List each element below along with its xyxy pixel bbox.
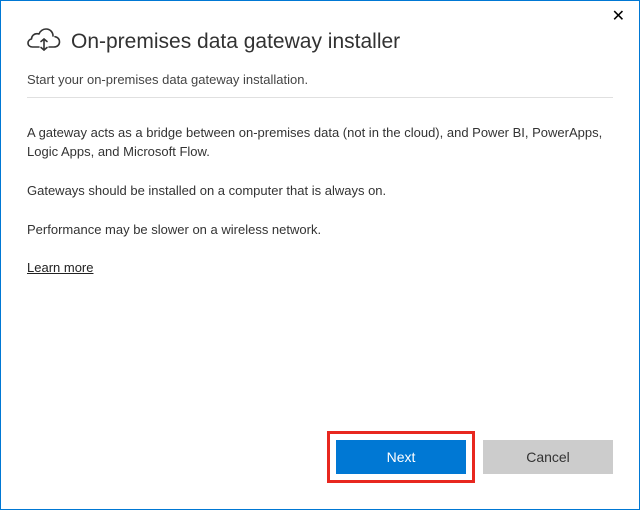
dialog-title: On-premises data gateway installer (71, 29, 400, 54)
close-icon: ✕ (612, 8, 625, 25)
dialog-footer: Next Cancel (327, 431, 613, 483)
learn-more-link[interactable]: Learn more (27, 259, 93, 278)
dialog-header: On-premises data gateway installer (1, 1, 639, 66)
body-paragraph: A gateway acts as a bridge between on-pr… (27, 124, 613, 162)
dialog-body: A gateway acts as a bridge between on-pr… (1, 98, 639, 278)
cancel-button[interactable]: Cancel (483, 440, 613, 474)
next-button[interactable]: Next (336, 440, 466, 474)
cloud-gateway-icon (27, 25, 61, 58)
subtitle-section: Start your on-premises data gateway inst… (27, 66, 613, 98)
body-paragraph: Performance may be slower on a wireless … (27, 221, 613, 240)
annotation-highlight: Next (327, 431, 475, 483)
close-button[interactable]: ✕ (606, 5, 631, 29)
body-paragraph: Gateways should be installed on a comput… (27, 182, 613, 201)
dialog-subtitle: Start your on-premises data gateway inst… (27, 72, 613, 87)
